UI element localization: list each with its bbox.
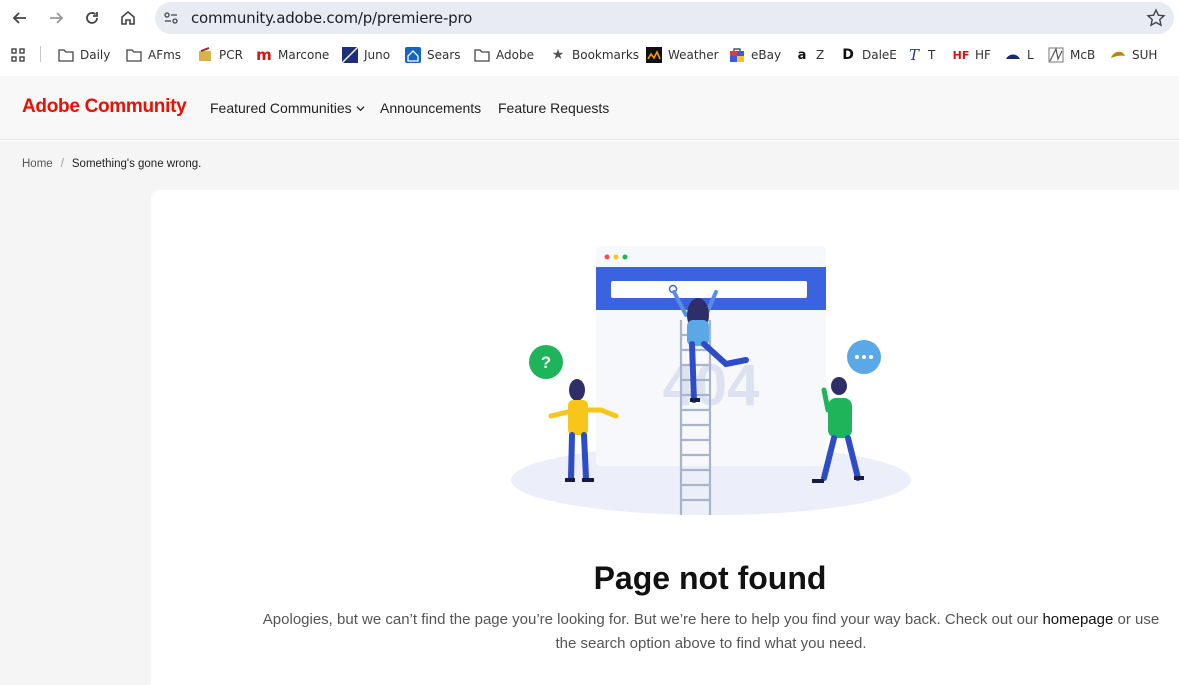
star-icon: ★ — [551, 47, 565, 63]
amazon-icon: a — [797, 47, 807, 63]
bookmark-item-ebay[interactable]: eBay — [729, 46, 781, 64]
weather-icon — [646, 47, 662, 63]
page-title: Page not found — [593, 560, 827, 596]
bookmark-item-sears[interactable]: Sears — [405, 46, 461, 64]
nav-featured-label: Featured Communities — [210, 100, 352, 116]
bookmark-item-juno[interactable]: Juno — [342, 46, 390, 64]
mcb-icon — [1048, 47, 1064, 63]
bookmark-label: McB — [1070, 48, 1096, 62]
ebay-icon — [729, 47, 745, 63]
bookmarks-separator — [40, 46, 41, 62]
bookmark-label: AFms — [148, 48, 182, 62]
error-description: Apologies, but we can’t find the page yo… — [251, 608, 1171, 656]
bookmark-label: SUH — [1132, 48, 1158, 62]
site-info-icon[interactable] — [163, 10, 179, 26]
juno-icon — [342, 47, 358, 63]
bookmark-label: Adobe — [496, 48, 534, 62]
bookmark-label: Marcone — [278, 48, 330, 62]
folder-icon — [126, 47, 142, 63]
bookmark-item-adobe[interactable]: Adobe — [474, 46, 534, 64]
window-dot-yellow — [613, 254, 619, 260]
brand-logo[interactable]: Adobe Community — [22, 96, 187, 118]
apps-grid-icon — [10, 47, 26, 63]
bookmark-label: Sears — [427, 48, 461, 62]
bookmark-item-weather[interactable]: Weather — [646, 46, 719, 64]
window-dot-green — [622, 254, 628, 260]
bookmark-item-bookmarks[interactable]: ★ Bookmarks — [550, 46, 639, 64]
breadcrumb-home[interactable]: Home — [22, 158, 53, 170]
nav-featured-communities[interactable]: Featured Communities — [210, 100, 365, 116]
nav-announcements[interactable]: Announcements — [380, 100, 481, 116]
bookmark-item-l[interactable]: L — [1005, 46, 1034, 64]
window-search-field — [611, 281, 807, 298]
bookmark-item-dalee[interactable]: D DaleE — [840, 46, 897, 64]
bookmark-item-marcone[interactable]: m Marcone — [256, 46, 329, 64]
bookmark-item-z[interactable]: aZ — [794, 46, 825, 64]
folder-icon — [474, 47, 490, 63]
bookmark-item-mcb[interactable]: McB — [1048, 46, 1095, 64]
desc-text-before: Apologies, but we can’t find the page yo… — [262, 611, 1043, 628]
bookmark-label: Juno — [364, 48, 391, 62]
breadcrumb-current: Something's gone wrong. — [71, 158, 202, 170]
bookmark-label: Weather — [668, 48, 719, 62]
bookmark-label: T — [928, 48, 936, 62]
homepage-link[interactable]: homepage — [1042, 611, 1113, 628]
bookmark-label: PCR — [219, 48, 243, 62]
suh-icon — [1110, 47, 1126, 63]
address-bar[interactable]: community.adobe.com/p/premiere-pro — [155, 2, 1174, 34]
home-icon — [121, 10, 135, 25]
breadcrumb-separator: / — [60, 158, 64, 170]
breadcrumb: Home / Something's gone wrong. — [22, 158, 201, 170]
t-icon: T — [908, 46, 919, 64]
bookmark-item-pcr[interactable]: PCR — [197, 46, 243, 64]
l-icon — [1005, 47, 1021, 63]
bookmark-label: Bookmarks — [572, 48, 640, 62]
bookmark-star-icon[interactable] — [1146, 8, 1166, 28]
bookmark-item-daily[interactable]: Daily — [58, 46, 110, 64]
bookmark-item-afms[interactable]: AFms — [126, 46, 181, 64]
window-dot-red — [604, 254, 610, 260]
svg-text:?: ? — [541, 353, 551, 372]
forward-button[interactable] — [44, 6, 68, 30]
nav-feature-requests[interactable]: Feature Requests — [498, 100, 609, 116]
folder-icon — [58, 47, 74, 63]
bookmark-label: Z — [816, 48, 825, 62]
bookmark-item-suh[interactable]: SUH — [1110, 46, 1157, 64]
error-illustration: 404 ? — [511, 246, 911, 515]
url-text: community.adobe.com/p/premiere-pro — [191, 9, 473, 27]
reload-button[interactable] — [80, 6, 104, 30]
d-icon: D — [842, 47, 854, 63]
bookmark-label: DaleE — [862, 48, 897, 62]
bookmark-label: Daily — [80, 48, 111, 62]
bookmark-label: HF — [975, 48, 991, 62]
chevron-down-icon — [356, 105, 365, 111]
marcone-icon: m — [256, 46, 272, 64]
bookmark-label: eBay — [751, 48, 782, 62]
reload-icon — [86, 12, 98, 24]
forward-arrow-icon — [50, 12, 64, 24]
home-button[interactable] — [116, 6, 140, 30]
apps-button[interactable] — [10, 46, 32, 64]
error-card: 404 ? Page not found Apologies, but we c… — [151, 190, 1179, 685]
back-arrow-icon — [12, 12, 26, 24]
pcr-icon — [197, 47, 213, 63]
bookmark-item-hf[interactable]: HF HF — [953, 46, 991, 64]
bookmark-item-t[interactable]: TT — [906, 46, 935, 64]
site-header: Adobe Community Featured Communities Ann… — [0, 76, 1179, 140]
hf-icon: HF — [952, 48, 970, 62]
browser-toolbar: community.adobe.com/p/premiere-pro — [0, 0, 1179, 36]
bookmark-label: L — [1027, 48, 1034, 62]
sears-icon — [405, 47, 421, 63]
back-button[interactable] — [8, 6, 32, 30]
